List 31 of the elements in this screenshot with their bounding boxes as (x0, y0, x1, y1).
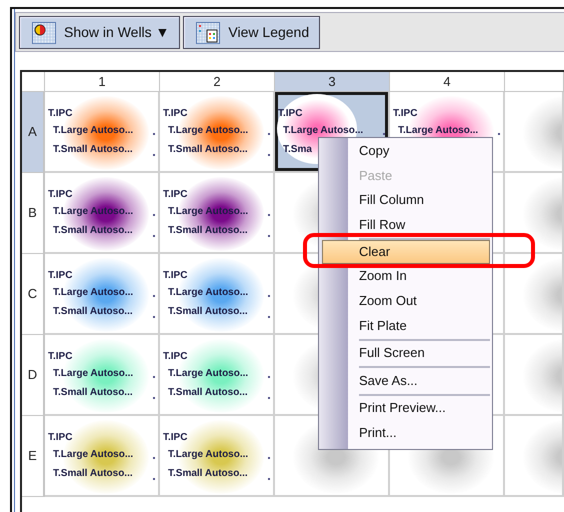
assay-label: T.Large Autoso... (283, 126, 364, 136)
assay-label: T.Small Autoso... (168, 145, 248, 155)
assay-label: T.Small Autoso... (53, 388, 133, 398)
well-label: T.IPC (278, 109, 302, 119)
assay-label: T.Large Autoso... (168, 288, 248, 298)
well-label: T.IPC (163, 271, 188, 281)
well-label: T.IPC (163, 433, 188, 443)
well-label: T.IPC (48, 352, 72, 362)
assay-label: T.Large Autoso... (53, 369, 134, 379)
assay-label: T.Large Autoso... (53, 288, 134, 298)
well-label: T.IPC (48, 190, 72, 200)
assay-label: T.Small Autoso... (168, 469, 248, 479)
well-label: T.IPC (48, 271, 72, 281)
well-label: T.IPC (163, 190, 188, 200)
well-label: T.IPC (163, 109, 188, 119)
assay-label: T.Small Autoso... (53, 145, 133, 155)
assay-label: T.Large Autoso... (168, 450, 248, 460)
assay-label: T.Small Autoso... (168, 307, 248, 317)
assay-label: T.Small Autoso... (53, 469, 133, 479)
assay-label: T.Small Autoso... (168, 226, 248, 236)
assay-label: T.Large Autoso... (53, 450, 134, 460)
assay-label: T.Large Autoso... (168, 369, 248, 379)
well-label: T.IPC (163, 352, 188, 362)
assay-label: T.Small Autoso... (168, 388, 248, 398)
assay-label: T.Small Autoso... (53, 307, 133, 317)
well-label: T.IPC (48, 433, 72, 443)
well-label: T.IPC (48, 109, 72, 119)
assay-label: T.Small Autoso... (53, 226, 133, 236)
well-label: T.IPC (393, 109, 418, 119)
assay-label: T.Sma (283, 145, 312, 155)
assay-label: T.Large Autoso... (398, 126, 478, 136)
